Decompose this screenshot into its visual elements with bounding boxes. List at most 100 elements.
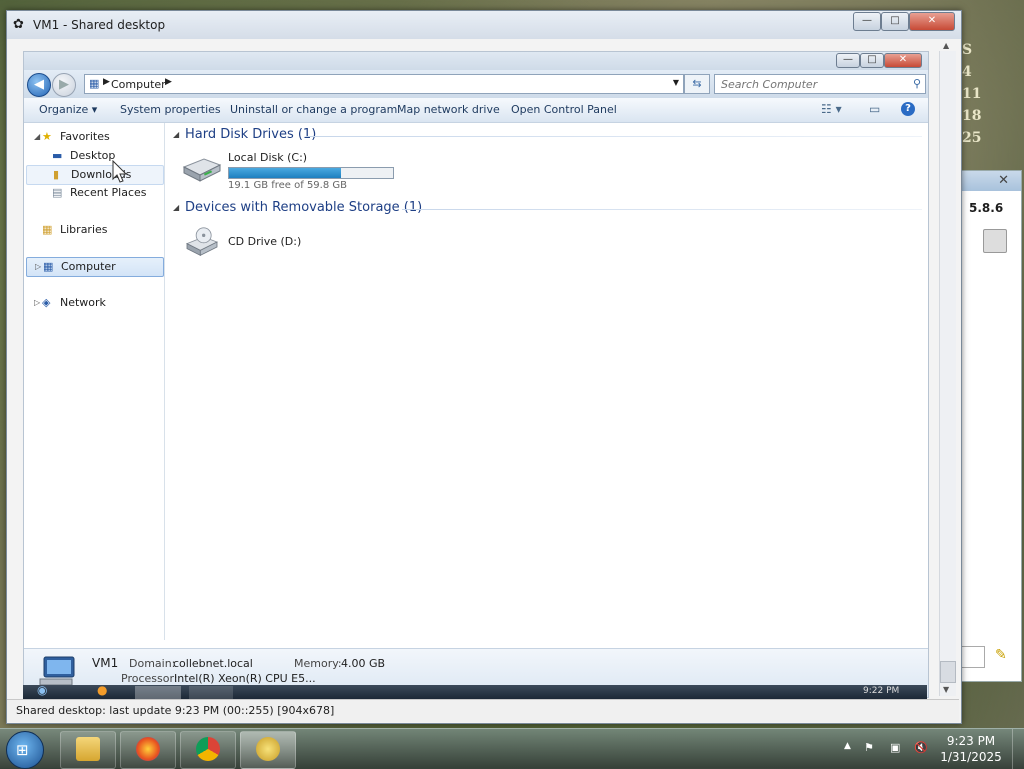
address-row: ◀ ▶ ▦ ▶ Computer ▶ ▼ ⇆ ⚲ [24, 70, 928, 98]
computer-icon: ▦ [43, 260, 54, 273]
libraries-icon: ▦ [42, 223, 53, 236]
nav-recent-places[interactable]: ▤ Recent Places [26, 184, 162, 202]
search-box[interactable]: ⚲ [714, 74, 926, 94]
collapse-group-icon[interactable]: ◢ [173, 130, 179, 139]
expand-arrow-icon[interactable]: ▷ [35, 258, 41, 276]
volume-muted-icon[interactable]: 🔇 [914, 741, 928, 754]
explorer-maximize-button[interactable]: □ [860, 53, 884, 68]
nav-favorites-label: Favorites [60, 130, 110, 143]
preview-pane-icon[interactable]: ▭ [869, 102, 880, 116]
nav-downloads[interactable]: ▮ Downloads [26, 165, 164, 185]
clock-time: 9:23 PM [946, 734, 996, 748]
close-icon[interactable]: ✕ [998, 173, 1009, 188]
open-control-panel-button[interactable]: Open Control Panel [511, 103, 617, 116]
taskbar: ⊞ ▲ ⚑ ▣ 🔇 9:23 PM 1/31/2025 [0, 728, 1024, 769]
breadcrumb-separator-icon[interactable]: ▶ [103, 77, 110, 87]
remote-start-icon[interactable]: ◉ [37, 685, 47, 697]
desktop-calendar-text: S [962, 42, 973, 58]
nav-recent-label: Recent Places [70, 186, 147, 199]
remote-taskbar-button[interactable] [189, 686, 233, 699]
domain-value: collebnet.local [173, 657, 253, 670]
system-properties-button[interactable]: System properties [120, 103, 221, 116]
nav-desktop[interactable]: ▬ Desktop [26, 147, 162, 165]
app-icon: ✿ [13, 17, 24, 32]
background-window[interactable]: ✕ 5.8.6 ✎ [960, 170, 1022, 682]
scroll-up-icon[interactable]: ▲ [943, 41, 949, 50]
clock-date: 1/31/2025 [940, 750, 1002, 764]
expand-arrow-icon[interactable]: ▷ [34, 294, 40, 312]
input-box[interactable] [961, 646, 985, 668]
drive-d-item[interactable]: CD Drive (D:) [166, 223, 366, 267]
nav-network[interactable]: ▷ ◈ Network [26, 294, 162, 312]
nav-computer[interactable]: ▷ ▦ Computer [26, 257, 164, 277]
status-bar: Shared desktop: last update 9:23 PM (00:… [7, 699, 959, 722]
close-button[interactable]: ✕ [909, 12, 955, 31]
search-input[interactable] [719, 75, 903, 93]
nav-favorites[interactable]: ◢ ★ Favorites [26, 128, 162, 146]
processor-label: Processor: [121, 672, 178, 685]
group-header-removable[interactable]: Devices with Removable Storage (1) [185, 200, 422, 215]
group-header-hdd[interactable]: Hard Disk Drives (1) [185, 127, 316, 142]
start-button[interactable]: ⊞ [6, 731, 44, 769]
remote-firefox-icon[interactable]: ● [97, 685, 107, 697]
taskbar-chrome-button[interactable] [180, 731, 236, 769]
nav-libraries[interactable]: ▦ Libraries [26, 221, 162, 239]
trash-icon[interactable] [983, 229, 1007, 253]
taskbar-explorer-button[interactable] [60, 731, 116, 769]
scroll-down-icon[interactable]: ▼ [943, 685, 949, 694]
drive-c-usage-fill [229, 168, 341, 178]
minimize-button[interactable]: — [853, 12, 881, 31]
explorer-minimize-button[interactable]: — [836, 53, 860, 68]
chevron-down-icon[interactable]: ▼ [673, 78, 679, 87]
show-hidden-icons-icon[interactable]: ▲ [844, 741, 851, 751]
organize-button[interactable]: Organize ▾ [39, 103, 97, 116]
uninstall-program-button[interactable]: Uninstall or change a program [230, 103, 397, 116]
breadcrumb-computer[interactable]: Computer [111, 78, 166, 91]
refresh-button[interactable]: ⇆ [684, 74, 710, 94]
network-tray-icon[interactable]: ▣ [890, 741, 900, 754]
remote-taskbar-button[interactable] [135, 686, 181, 699]
breadcrumb-separator-icon[interactable]: ▶ [165, 77, 172, 87]
action-center-flag-icon[interactable]: ⚑ [864, 741, 874, 754]
drive-c-item[interactable]: Local Disk (C:) 19.1 GB free of 59.8 GB [166, 147, 406, 191]
explorer-close-button[interactable]: ✕ [884, 53, 922, 68]
drive-d-name: CD Drive (D:) [228, 235, 302, 248]
map-network-drive-button[interactable]: Map network drive [397, 103, 500, 116]
vertical-scrollbar[interactable]: ▲ ▼ [939, 41, 956, 696]
taskbar-remote-desktop-button[interactable] [240, 731, 296, 769]
network-icon: ◈ [42, 296, 51, 309]
window-titlebar[interactable]: ✿ VM1 - Shared desktop — □ ✕ [7, 11, 961, 39]
downloads-folder-icon: ▮ [53, 168, 60, 181]
explorer-window: — □ ✕ ◀ ▶ ▦ ▶ Computer ▶ ▼ ⇆ ⚲ Organize … [23, 51, 929, 698]
collapse-arrow-icon[interactable]: ◢ [34, 128, 40, 146]
computer-icon: ▦ [89, 77, 100, 90]
explorer-titlebar[interactable]: — □ ✕ [24, 52, 928, 70]
recent-places-icon: ▤ [52, 186, 63, 199]
processor-value: Intel(R) Xeon(R) CPU E5... [174, 672, 316, 685]
show-desktop-button[interactable] [1012, 729, 1024, 769]
system-clock[interactable]: 9:23 PM 1/31/2025 [940, 733, 1002, 765]
nav-libraries-label: Libraries [60, 223, 108, 236]
window-title: VM1 - Shared desktop [33, 18, 166, 32]
forward-button[interactable]: ▶ [52, 73, 76, 97]
nav-network-label: Network [60, 296, 106, 309]
scroll-thumb[interactable] [940, 661, 956, 683]
star-icon: ★ [42, 130, 52, 143]
navigation-pane: ◢ ★ Favorites ▬ Desktop ▮ Downloads ▤ Re… [24, 123, 165, 640]
collapse-group-icon[interactable]: ◢ [173, 203, 179, 212]
background-window-titlebar[interactable]: ✕ [961, 171, 1021, 191]
search-icon[interactable]: ⚲ [913, 77, 921, 90]
maximize-button[interactable]: □ [881, 12, 909, 31]
desktop-calendar-text: 11 [962, 86, 982, 102]
cd-drive-icon [185, 227, 219, 257]
mouse-cursor-icon [112, 160, 128, 183]
back-button[interactable]: ◀ [27, 73, 51, 97]
taskbar-firefox-button[interactable] [120, 731, 176, 769]
windows-logo-icon: ⊞ [16, 741, 29, 759]
computer-name: VM1 [92, 656, 119, 670]
help-icon[interactable]: ? [901, 102, 915, 116]
version-label: 5.8.6 [969, 201, 1004, 215]
address-bar[interactable]: ▦ ▶ Computer ▶ ▼ [84, 74, 684, 94]
view-options-icon[interactable]: ☷ ▾ [821, 102, 842, 116]
broom-icon[interactable]: ✎ [995, 647, 1007, 663]
